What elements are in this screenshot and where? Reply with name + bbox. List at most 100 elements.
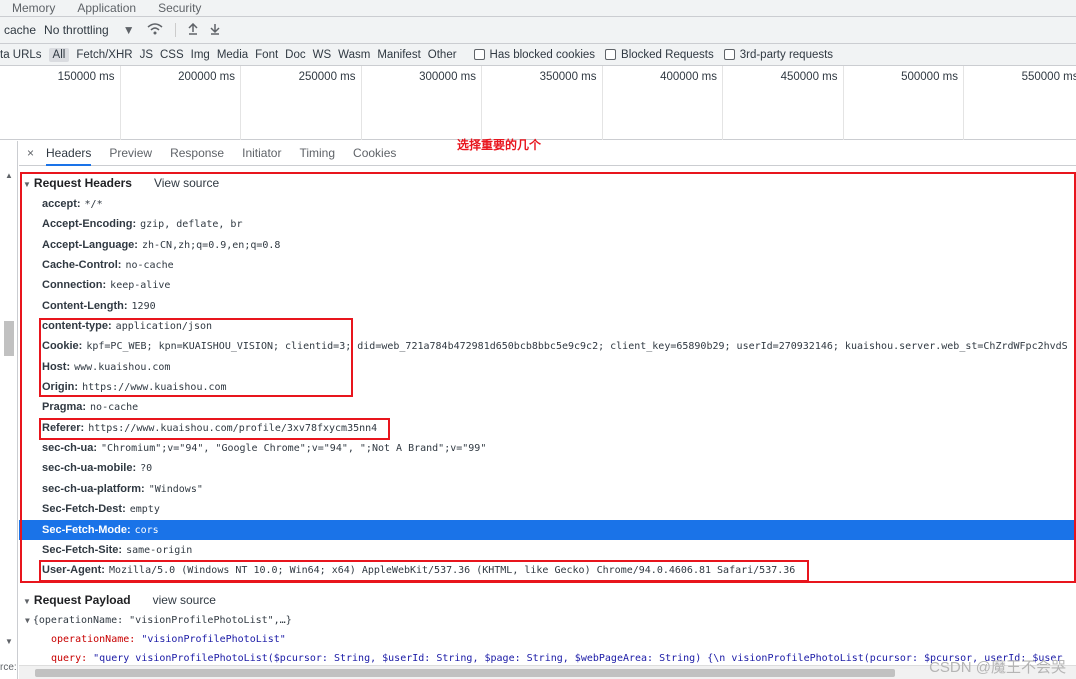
request-headers-title: Request Headers (33, 176, 132, 190)
watermark: CSDN @魔王不会哭 (929, 659, 1066, 676)
header-rows: accept: */* Accept-Encoding: gzip, deflate,… (19, 194, 1076, 581)
download-icon[interactable] (210, 23, 220, 38)
header-row[interactable]: Connection: keep-alive (19, 275, 1076, 295)
header-name: Sec-Fetch-Site: (42, 543, 123, 556)
horizontal-scrollbar[interactable] (19, 665, 1076, 679)
filter-chip-manifest[interactable]: Manifest (377, 49, 420, 61)
scroll-down-arrow-icon[interactable]: ▼ (5, 637, 13, 646)
filter-chip-media[interactable]: Media (217, 49, 248, 61)
header-name: Accept-Language: (42, 238, 138, 251)
devtools-panel-tabs: Memory Application Security (0, 0, 1076, 17)
disable-cache-label[interactable]: cache (4, 23, 36, 37)
tab-response[interactable]: Response (170, 141, 224, 166)
payload-value: "visionProfilePhotoList" (141, 634, 286, 645)
header-value: https://www.kuaishou.com (82, 382, 227, 394)
panel-tab-memory[interactable]: Memory (12, 1, 55, 15)
expand-triangle-icon[interactable]: ▼ (23, 597, 31, 606)
header-row[interactable]: Sec-Fetch-Site: same-origin (19, 540, 1076, 560)
header-row[interactable]: Sec-Fetch-Mode: cors (19, 519, 1076, 540)
red-annotation-text: 选择重要的几个 (457, 138, 542, 152)
filter-chip-doc[interactable]: Doc (285, 49, 305, 61)
caret-down-icon[interactable]: ▼ (123, 23, 135, 37)
filter-checkbox-3rd-party-requests[interactable]: 3rd-party requests (723, 49, 833, 61)
filter-chip-wasm[interactable]: Wasm (338, 49, 370, 61)
filter-checkbox-has-blocked-cookies[interactable]: Has blocked cookies (473, 49, 595, 61)
tab-initiator[interactable]: Initiator (242, 141, 281, 166)
horizontal-scrollbar-thumb[interactable] (35, 669, 895, 677)
header-value: no-cache (125, 260, 174, 272)
filter-chip-other[interactable]: Other (428, 49, 457, 61)
header-name: sec-ch-ua-mobile: (42, 462, 137, 475)
filter-chip-fetch-xhr[interactable]: Fetch/XHR (76, 49, 132, 61)
panel-tab-application[interactable]: Application (77, 1, 136, 15)
timeline-column: 400000 ms (603, 66, 723, 140)
header-row[interactable]: User-Agent: Mozilla/5.0 (Windows NT 10.0;… (19, 560, 1076, 580)
header-row[interactable]: Sec-Fetch-Dest: empty (19, 499, 1076, 519)
header-row[interactable]: Host: www.kuaishou.com (19, 357, 1076, 377)
header-name: Host: (42, 360, 71, 373)
timeline-tick-label: 300000 ms (419, 71, 476, 83)
upload-icon[interactable] (188, 22, 198, 38)
expand-triangle-icon[interactable]: ▼ (25, 616, 30, 625)
filter-chip-ws[interactable]: WS (313, 49, 332, 61)
timeline-column: 200000 ms (121, 66, 241, 140)
header-row[interactable]: sec-ch-ua-mobile: ?0 (19, 458, 1076, 478)
header-value: kpf=PC_WEB; kpn=KUAISHOU_VISION; clienti… (86, 341, 1068, 353)
close-icon[interactable]: × (27, 146, 34, 160)
checkbox-box[interactable] (473, 49, 485, 60)
payload-view-source-link[interactable]: view source (153, 593, 216, 607)
filter-chip-img[interactable]: Img (191, 49, 210, 61)
tab-timing[interactable]: Timing (299, 141, 335, 166)
header-row[interactable]: Referer: https://www.kuaishou.com/profile… (19, 418, 1076, 438)
left-pane-fragment: rce: (0, 662, 17, 673)
request-payload-header[interactable]: ▼ Request Payload view source (19, 589, 1076, 611)
request-payload-title: Request Payload (33, 593, 131, 607)
payload-summary-row[interactable]: ▼ {operationName: "visionProfilePhotoList… (19, 611, 1076, 630)
checkbox-box[interactable] (723, 49, 735, 60)
timeline-column: 500000 ms (844, 66, 964, 140)
checkbox-box[interactable] (605, 49, 617, 60)
vertical-scrollbar-thumb[interactable] (4, 321, 14, 356)
panel-tab-security[interactable]: Security (158, 1, 201, 15)
header-name: Origin: (42, 381, 79, 394)
request-detail-tabs: × Headers Preview Response Initiator Timing C… (19, 141, 1076, 166)
header-value: zh-CN,zh;q=0.9,en;q=0.8 (141, 239, 281, 251)
filter-chip-all[interactable]: All (48, 47, 70, 62)
tab-cookies[interactable]: Cookies (353, 141, 396, 166)
timeline-column: 550000 ms (964, 66, 1076, 140)
header-row[interactable]: Accept-Language: zh-CN,zh;q=0.9,en;q=0.8 (19, 235, 1076, 255)
filter-chip-js[interactable]: JS (140, 49, 153, 61)
header-row[interactable]: Accept-Encoding: gzip, deflate, br (19, 214, 1076, 234)
header-row[interactable]: Cookie: kpf=PC_WEB; kpn=KUAISHOU_VISION; … (19, 336, 1076, 356)
header-row[interactable]: Cache-Control: no-cache (19, 255, 1076, 275)
header-row[interactable]: sec-ch-ua-platform: "Windows" (19, 479, 1076, 499)
request-list-pane[interactable]: ▲ ▼ rce: (0, 141, 18, 679)
timeline-tick-label: 400000 ms (660, 71, 717, 83)
header-row[interactable]: sec-ch-ua: "Chromium";v="94", "Google Chr… (19, 438, 1076, 458)
header-name: sec-ch-ua: (42, 442, 98, 455)
view-source-link[interactable]: View source (154, 176, 219, 190)
header-row[interactable]: content-type: application/json (19, 316, 1076, 336)
wifi-settings-icon[interactable] (147, 22, 163, 38)
tab-preview[interactable]: Preview (109, 141, 152, 166)
filter-chip-css[interactable]: CSS (160, 49, 184, 61)
header-row[interactable]: accept: */* (19, 194, 1076, 214)
filter-chip-ta-urls[interactable]: ta URLs (0, 49, 42, 61)
header-row[interactable]: Content-Length: 1290 (19, 296, 1076, 316)
header-row[interactable]: Pragma: no-cache (19, 397, 1076, 417)
scroll-up-arrow-icon[interactable]: ▲ (5, 171, 13, 180)
timeline-tick-label: 450000 ms (780, 71, 838, 83)
request-payload-section: ▼ Request Payload view source ▼ {operationN… (19, 589, 1076, 668)
header-row[interactable]: Origin: https://www.kuaishou.com (19, 377, 1076, 397)
expand-triangle-icon[interactable]: ▼ (23, 180, 31, 189)
header-value: https://www.kuaishou.com/profile/3xv78fx… (88, 422, 378, 434)
throttling-select[interactable]: No throttling (44, 23, 109, 37)
header-value: no-cache (90, 402, 139, 414)
filter-chip-font[interactable]: Font (255, 49, 278, 61)
header-name: Content-Length: (42, 299, 128, 312)
tab-headers[interactable]: Headers (46, 141, 92, 166)
filter-checkbox-blocked-requests[interactable]: Blocked Requests (605, 49, 714, 61)
timeline-tick-label: 500000 ms (901, 71, 958, 83)
request-headers-header[interactable]: ▼ Request Headers View source (19, 172, 1076, 194)
network-overview-timeline[interactable]: 150000 ms 200000 ms 250000 ms 300000 ms 3500… (0, 66, 1076, 140)
